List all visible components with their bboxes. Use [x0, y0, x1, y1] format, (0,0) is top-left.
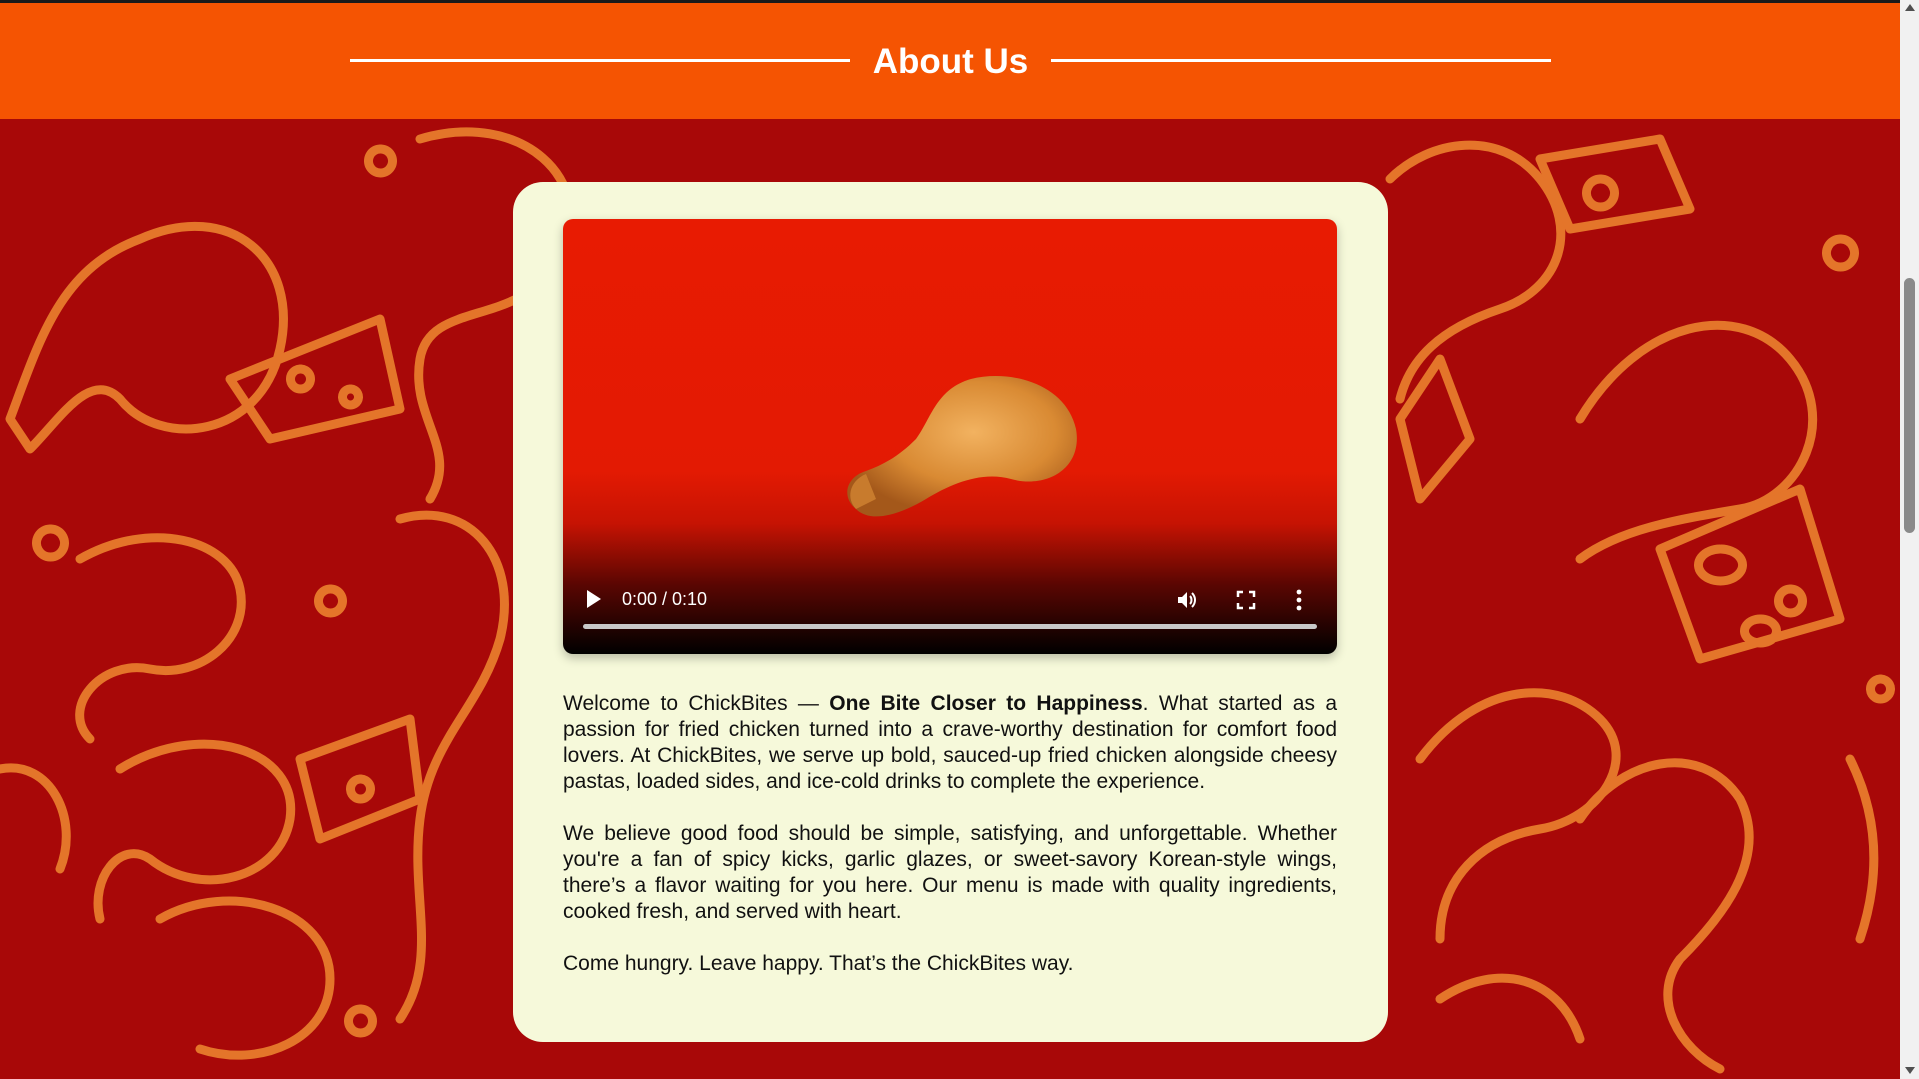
scroll-up-arrow-icon[interactable] [1905, 4, 1915, 11]
header-line-right [1051, 59, 1551, 62]
about-card: 0:00 / 0:10 Welcome to ChickBites — One … [513, 182, 1388, 1042]
intro-text: Welcome to ChickBites — [563, 692, 830, 715]
header-line-left [350, 59, 850, 62]
scrollbar[interactable] [1900, 0, 1919, 1079]
fried-chicken-image [847, 376, 1077, 517]
tagline: One Bite Closer to Happiness [829, 692, 1143, 715]
fullscreen-icon[interactable] [1235, 589, 1257, 611]
volume-icon[interactable] [1175, 588, 1199, 612]
about-text: Welcome to ChickBites — One Bite Closer … [563, 691, 1337, 977]
more-options-icon[interactable] [1295, 588, 1303, 612]
section-title: About Us [872, 42, 1029, 81]
video-progress-bar[interactable] [583, 624, 1317, 629]
video-controls: 0:00 / 0:10 [563, 564, 1337, 654]
scrollbar-thumb[interactable] [1904, 278, 1915, 533]
play-icon[interactable] [585, 589, 603, 609]
about-paragraph-1: Welcome to ChickBites — One Bite Closer … [563, 691, 1337, 795]
about-paragraph-3: Come hungry. Leave happy. That’s the Chi… [563, 952, 1074, 975]
about-paragraph-2: We believe good food should be simple, s… [563, 822, 1337, 923]
video-time: 0:00 / 0:10 [622, 589, 708, 609]
section-header: About Us [0, 3, 1900, 119]
scroll-down-arrow-icon[interactable] [1905, 1067, 1915, 1074]
about-video[interactable]: 0:00 / 0:10 [563, 219, 1337, 654]
